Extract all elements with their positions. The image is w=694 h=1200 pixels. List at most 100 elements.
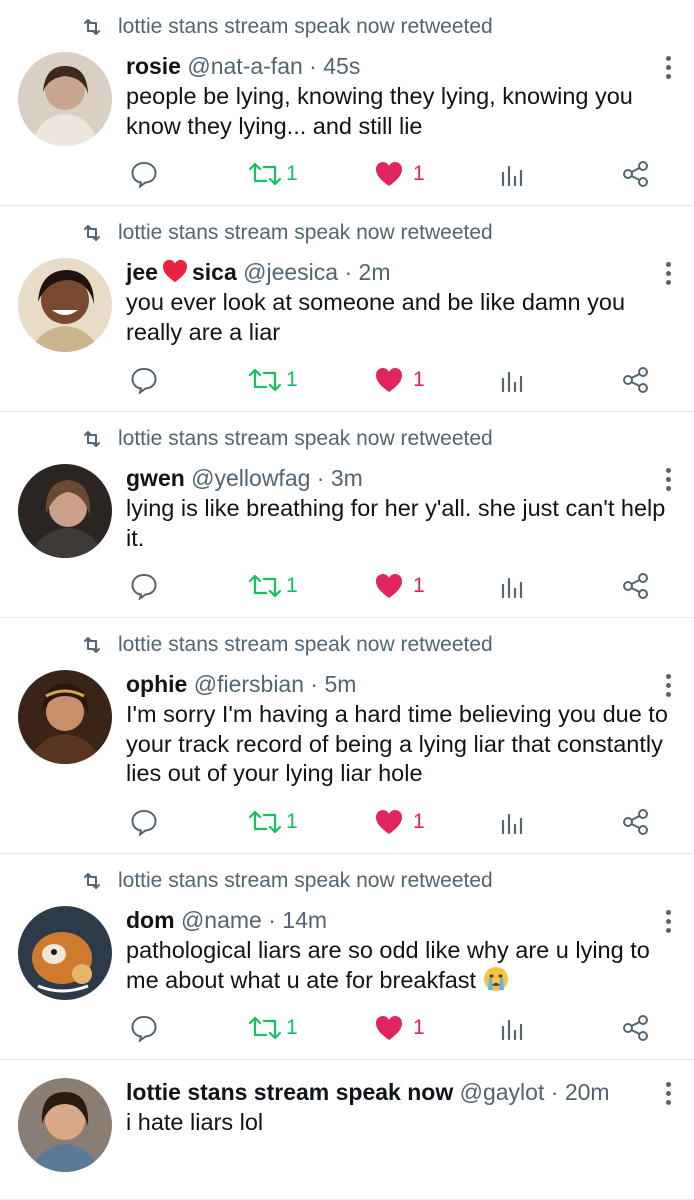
tweet-text: people be lying, knowing they lying, kno… (126, 83, 633, 139)
more-options-icon[interactable] (658, 52, 678, 82)
tweet-item[interactable]: lottie stans stream speak now retweeted … (0, 0, 694, 206)
more-options-icon[interactable] (658, 464, 678, 494)
tweet-text: you ever look at someone and be like dam… (126, 289, 626, 345)
tweet-item[interactable]: lottie stans stream speak now retweeted … (0, 206, 694, 412)
tweet-header: ophie @fiersbian · 5m (126, 668, 670, 700)
analytics-button[interactable] (500, 369, 524, 393)
tweet-item[interactable]: lottie stans stream speak now retweeted … (0, 854, 694, 1060)
user-handle[interactable]: @fiersbian (194, 671, 304, 697)
avatar[interactable] (18, 464, 112, 558)
timestamp[interactable]: 20m (565, 1079, 610, 1105)
retweet-icon (248, 810, 282, 834)
heart-filled-icon (376, 574, 402, 598)
like-button[interactable]: 1 (375, 1015, 425, 1041)
display-name-part-2[interactable]: sica (192, 259, 237, 285)
display-name[interactable]: gwen (126, 465, 185, 491)
retweet-button[interactable]: 1 (248, 161, 298, 187)
reply-icon (131, 809, 157, 836)
user-handle[interactable]: @gaylot (460, 1079, 545, 1105)
timestamp[interactable]: 5m (324, 671, 356, 697)
analytics-button[interactable] (500, 1017, 524, 1041)
tweet-text-wrap: pathological liars are so odd like why a… (126, 936, 670, 995)
share-icon (623, 367, 648, 393)
avatar[interactable] (18, 258, 112, 352)
like-count: 1 (413, 368, 425, 391)
retweet-count: 1 (286, 162, 298, 185)
like-count: 1 (413, 574, 425, 597)
tweet-text: pathological liars are so odd like why a… (126, 937, 650, 993)
avatar[interactable] (18, 52, 112, 146)
user-handle[interactable]: @jeesica (243, 259, 338, 285)
retweet-small-icon (84, 637, 100, 653)
retweet-icon (248, 1016, 282, 1040)
avatar[interactable] (18, 1078, 112, 1172)
timestamp[interactable]: 45s (323, 53, 360, 79)
more-options-icon[interactable] (658, 258, 678, 288)
retweeted-by-row: lottie stans stream speak now retweeted (0, 412, 694, 462)
separator-dot: · (310, 465, 331, 491)
retweeted-by-label: lottie stans stream speak now retweeted (118, 427, 493, 450)
analytics-button[interactable] (500, 811, 524, 835)
retweeted-by-label: lottie stans stream speak now retweeted (118, 221, 493, 244)
timestamp[interactable]: 14m (282, 907, 327, 933)
reply-button[interactable] (130, 366, 158, 394)
display-name[interactable]: dom (126, 907, 175, 933)
display-name[interactable]: ophie (126, 671, 187, 697)
like-button[interactable]: 1 (375, 161, 425, 187)
display-name-part-1[interactable]: jee (126, 259, 158, 285)
avatar[interactable] (18, 670, 112, 764)
heart-filled-icon (376, 162, 402, 186)
heart-filled-icon (376, 1016, 402, 1040)
retweet-count: 1 (286, 1016, 298, 1039)
tweet-item[interactable]: lottie stans stream speak now retweeted … (0, 618, 694, 854)
user-handle[interactable]: @yellowfag (191, 465, 310, 491)
retweet-icon (248, 574, 282, 598)
user-handle[interactable]: @nat-a-fan (187, 53, 302, 79)
tweet-header: gwen @yellowfag · 3m (126, 462, 670, 494)
share-button[interactable] (622, 572, 650, 600)
reply-button[interactable] (130, 808, 158, 836)
retweet-button[interactable]: 1 (248, 809, 298, 835)
retweet-button[interactable]: 1 (248, 573, 298, 599)
retweet-count: 1 (286, 574, 298, 597)
reply-button[interactable] (130, 572, 158, 600)
heart-filled-icon (376, 368, 402, 392)
analytics-icon (501, 371, 523, 393)
like-button[interactable]: 1 (375, 367, 425, 393)
tweet-item[interactable]: lottie stans stream speak now retweeted … (0, 412, 694, 618)
avatar[interactable] (18, 906, 112, 1000)
like-button[interactable]: 1 (375, 573, 425, 599)
timestamp[interactable]: 3m (331, 465, 363, 491)
share-button[interactable] (622, 808, 650, 836)
crying-face-emoji-icon (483, 966, 508, 991)
share-button[interactable] (622, 1014, 650, 1042)
more-options-icon[interactable] (658, 670, 678, 700)
share-button[interactable] (622, 160, 650, 188)
tweet-text: I'm sorry I'm having a hard time believi… (126, 701, 668, 786)
analytics-icon (501, 165, 523, 187)
share-icon (623, 161, 648, 187)
retweet-count: 1 (286, 810, 298, 833)
share-button[interactable] (622, 366, 650, 394)
analytics-icon (501, 813, 523, 835)
analytics-button[interactable] (500, 163, 524, 187)
tweet-text: lying is like breathing for her y'all. s… (126, 495, 666, 551)
reply-button[interactable] (130, 160, 158, 188)
reply-button[interactable] (130, 1014, 158, 1042)
timestamp[interactable]: 2m (359, 259, 391, 285)
analytics-button[interactable] (500, 575, 524, 599)
share-icon (623, 1015, 648, 1041)
retweet-small-icon (84, 19, 100, 35)
user-handle[interactable]: @name (181, 907, 262, 933)
tweet-header: jee sica @jeesica · 2m (126, 256, 670, 288)
tweet-item[interactable]: lottie stans stream speak now @gaylot · … (0, 1060, 694, 1200)
retweet-button[interactable]: 1 (248, 367, 298, 393)
display-name[interactable]: lottie stans stream speak now (126, 1079, 453, 1105)
like-button[interactable]: 1 (375, 809, 425, 835)
display-name[interactable]: rosie (126, 53, 181, 79)
more-options-icon[interactable] (658, 1078, 678, 1108)
share-icon (623, 573, 648, 599)
retweet-button[interactable]: 1 (248, 1015, 298, 1041)
more-options-icon[interactable] (658, 906, 678, 936)
retweet-count: 1 (286, 368, 298, 391)
